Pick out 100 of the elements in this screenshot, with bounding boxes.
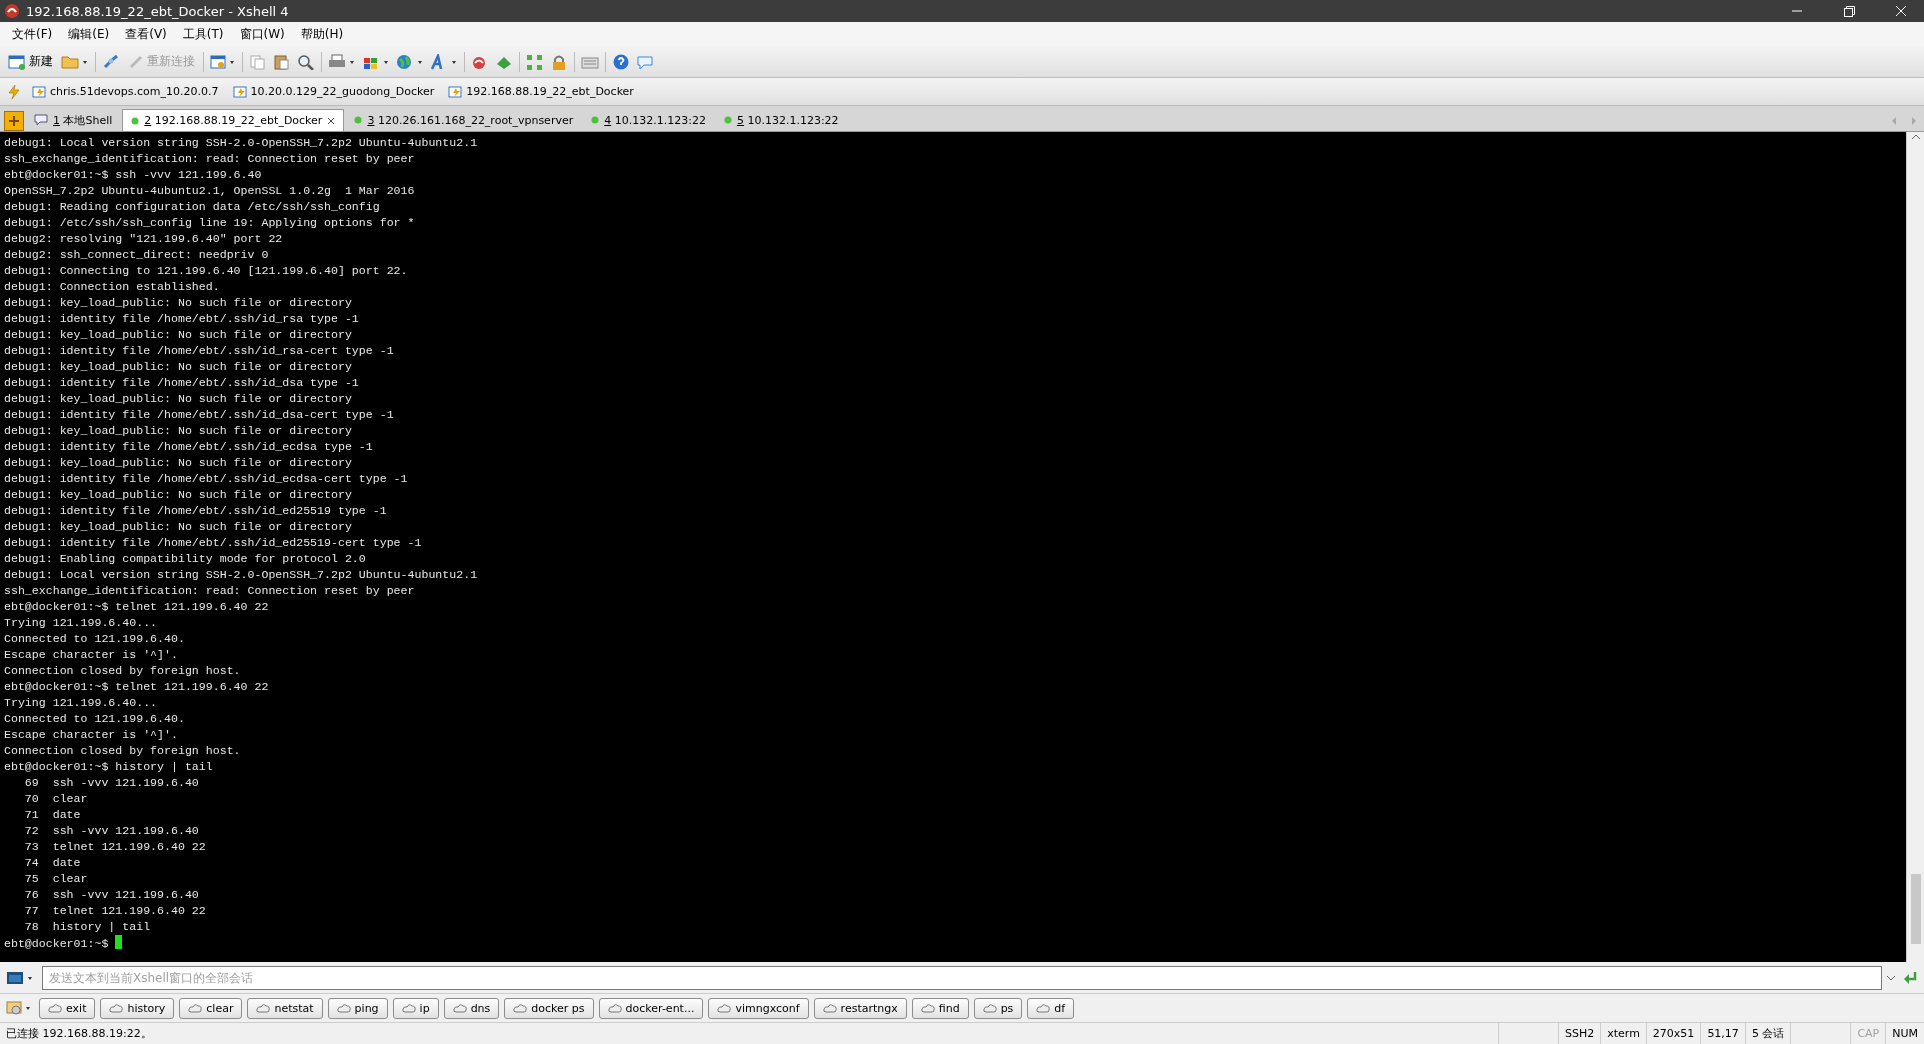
paste-icon[interactable] <box>273 53 291 70</box>
globe-icon[interactable] <box>396 53 424 70</box>
menu-item[interactable]: 工具(T) <box>176 23 230 45</box>
terminal-line: Connection closed by foreign host. <box>4 744 241 757</box>
terminal-line: ssh_exchange_identification: read: Connection reset by peer <box>4 152 415 165</box>
terminal-line: debug1: Connecting to 121.199.6.40 [121.199.6.40] port 22. <box>4 264 408 277</box>
quick-command-button[interactable]: dns <box>443 997 500 1019</box>
terminal-line: 77 telnet 121.199.6.40 22 <box>23 904 206 917</box>
dropdown-icon <box>1886 973 1896 982</box>
quick-command-button[interactable]: ping <box>327 997 388 1019</box>
cloud-icon <box>256 1003 271 1013</box>
terminal-line: debug1: identity file /home/ebt/.ssh/id_dsa-cert type -1 <box>4 408 394 421</box>
terminal-line: 70 clear <box>23 792 88 805</box>
tab[interactable]: 3 120.26.161.168_22_root_vpnserver <box>346 109 582 131</box>
terminal-line: 74 date <box>23 856 81 869</box>
font-icon[interactable] <box>430 53 458 70</box>
terminal-line: ebt@docker01:~$ telnet 121.199.6.40 22 <box>4 600 269 613</box>
quick-command-button[interactable]: exit <box>39 997 96 1019</box>
menu-item[interactable]: 编辑(E) <box>62 23 116 45</box>
terminal-line: ebt@docker01:~$ telnet 121.199.6.40 22 <box>4 680 269 693</box>
cloud-icon <box>109 1003 124 1013</box>
compose-field[interactable]: 发送文本到当前Xshell窗口的全部会话 <box>42 965 1882 990</box>
terminal-line: debug1: identity file /home/ebt/.ssh/id_ecdsa type -1 <box>4 440 373 453</box>
terminal-line: debug1: identity file /home/ebt/.ssh/id_rsa type -1 <box>4 312 359 325</box>
terminal-line: debug1: identity file /home/ebt/.ssh/id_dsa type -1 <box>4 376 359 389</box>
scrollbar-thumb[interactable] <box>1910 874 1921 944</box>
status-pane: CAP <box>1850 1023 1886 1044</box>
printer-icon[interactable] <box>328 53 356 70</box>
terminal-line: debug1: /etc/ssh/ssh_config line 19: Applying options for * <box>4 216 415 229</box>
quick-command-button[interactable]: history <box>100 997 175 1019</box>
quick-command-button[interactable]: clear <box>179 997 243 1019</box>
lightning-icon[interactable] <box>6 83 22 100</box>
search-icon[interactable] <box>297 53 315 70</box>
quick-command-button[interactable]: vimngxconf <box>708 997 809 1019</box>
quick-command-button[interactable]: ps <box>973 997 1023 1019</box>
cloud-icon <box>401 1003 416 1013</box>
status-pane: NUM <box>1885 1023 1924 1044</box>
lock-icon[interactable] <box>550 53 568 70</box>
quick-command-button[interactable]: df <box>1027 997 1075 1019</box>
terminal-line: 75 clear <box>23 872 88 885</box>
help-icon[interactable] <box>612 53 630 70</box>
status-pane: SSH2 <box>1557 1023 1601 1044</box>
terminal-line: 73 telnet 121.199.6.40 22 <box>23 840 206 853</box>
terminal-line: ssh_exchange_identification: read: Connection reset by peer <box>4 584 415 597</box>
quick-command-button[interactable]: find <box>911 997 969 1019</box>
terminal-line: Connected to 121.199.6.40. <box>4 712 185 725</box>
terminal-line: debug1: identity file /home/ebt/.ssh/id_ed25519-cert type -1 <box>4 536 422 549</box>
status-pane: 51,17 <box>1700 1023 1745 1044</box>
status-icon <box>131 116 140 125</box>
session-icon <box>232 84 248 99</box>
terminal-line: Connected to 121.199.6.40. <box>4 632 185 645</box>
terminal-line: debug1: key_load_public: No such file or directory <box>4 296 352 309</box>
quick-command-button[interactable]: ip <box>392 997 439 1019</box>
tab[interactable]: 2 192.168.88.19_22_ebt_Docker <box>122 109 345 131</box>
status-message: 已连接 192.168.88.19:22。 <box>5 1026 153 1041</box>
menu-item[interactable]: 文件(F) <box>6 23 59 45</box>
terminal-line: ebt@docker01:~$ <box>4 937 110 950</box>
cloud-icon <box>822 1003 837 1013</box>
quick-command-button[interactable]: docker-ent... <box>598 997 704 1019</box>
quick-command-button[interactable]: docker ps <box>504 997 594 1019</box>
terminal-line: Trying 121.199.6.40... <box>4 696 158 709</box>
tab[interactable]: 4 10.132.1.123:22 <box>583 109 714 131</box>
plus-icon[interactable] <box>4 111 24 131</box>
link-icon <box>128 53 144 70</box>
terminal-line: debug1: Enabling compatibility mode for protocol 2.0 <box>4 552 366 565</box>
send-icon[interactable] <box>1902 969 1918 986</box>
chat-icon <box>34 113 48 127</box>
tab[interactable]: 1 本地Shell <box>26 109 121 131</box>
cloud-icon <box>48 1003 62 1013</box>
menu-item[interactable]: 查看(V) <box>119 23 173 45</box>
quick-command-button[interactable]: restartngx <box>813 997 907 1019</box>
link-item[interactable]: 192.168.88.19_22_ebt_Docker <box>444 84 638 99</box>
terminal-line: debug1: key_load_public: No such file or directory <box>4 424 352 437</box>
quick-command-button[interactable]: netstat <box>247 997 323 1019</box>
terminal-line: debug2: resolving "121.199.6.40" port 22 <box>4 232 283 245</box>
link-item[interactable]: 10.20.0.129_22_guodong_Docker <box>228 84 439 99</box>
properties-icon[interactable] <box>210 53 236 70</box>
chat-icon[interactable] <box>636 53 654 70</box>
terminal-line: 78 history | tail <box>23 920 151 933</box>
terminal-line: debug1: Connection established. <box>4 280 220 293</box>
link-item[interactable]: chris.51devops.com_10.20.0.7 <box>28 84 223 99</box>
status-pane: 5 会话 <box>1744 1023 1791 1044</box>
menu-item[interactable]: 窗口(W) <box>233 23 291 45</box>
folder-icon[interactable] <box>61 53 89 70</box>
menu-item[interactable]: 帮助(H) <box>294 23 350 45</box>
expand-icon[interactable] <box>526 53 544 70</box>
cloud-icon <box>1036 1003 1051 1013</box>
tab[interactable]: 5 10.132.1.123:22 <box>715 109 847 131</box>
terminal-line: Escape character is '^]'. <box>4 648 178 661</box>
new-session-button[interactable]: 新建 <box>6 51 55 72</box>
terminal-line: 71 date <box>23 808 81 821</box>
status-icon <box>591 116 600 124</box>
cloud-icon <box>513 1003 528 1013</box>
scrollbar[interactable] <box>1906 132 1924 962</box>
terminal-line: Connection closed by foreign host. <box>4 664 241 677</box>
link-icon[interactable] <box>102 53 120 70</box>
terminal-line: debug1: key_load_public: No such file or directory <box>4 456 352 469</box>
copy-icon[interactable] <box>249 53 267 70</box>
terminal-line: debug1: identity file /home/ebt/.ssh/id_rsa-cert type -1 <box>4 344 394 357</box>
close-icon[interactable] <box>327 116 336 125</box>
